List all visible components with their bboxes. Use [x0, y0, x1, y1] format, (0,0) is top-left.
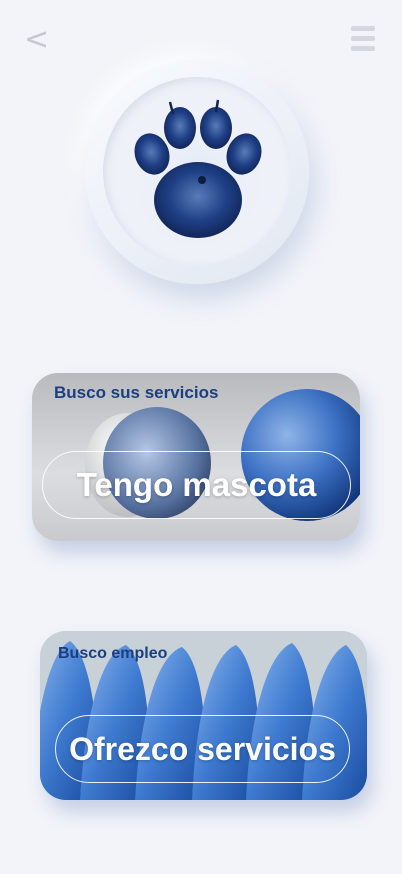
hamburger-menu-icon — [351, 26, 375, 31]
chevron-left-icon: < — [24, 22, 50, 57]
menu-button[interactable] — [351, 26, 375, 52]
back-button[interactable]: < — [24, 25, 54, 55]
card-subtitle: Busco empleo — [58, 645, 168, 662]
card-subtitle: Busco sus servicios — [54, 383, 219, 402]
card-ofrezco-servicios[interactable]: Busco empleo Ofrezco servicios — [40, 631, 367, 800]
tengo-mascota-button[interactable]: Tengo mascota — [42, 451, 351, 519]
ofrezco-servicios-button[interactable]: Ofrezco servicios — [55, 715, 350, 783]
paw-icon — [128, 99, 268, 247]
card-tengo-mascota[interactable]: Busco sus servicios Tengo mascota — [32, 373, 360, 541]
